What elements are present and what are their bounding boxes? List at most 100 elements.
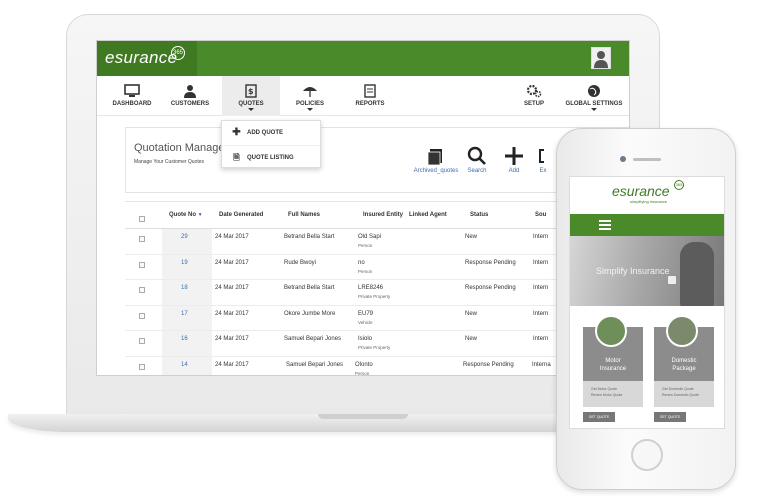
- page-header-panel: Quotation Manager Manage Your Customer Q…: [125, 127, 629, 193]
- archived-quotes-button[interactable]: Archived_quotes: [412, 146, 460, 174]
- table-row[interactable]: 17 24 Mar 2017 Okore Jumbe More EU79 Vehi…: [125, 306, 629, 332]
- menu-item-quote-listing[interactable]: 🗎 QUOTE LISTING: [222, 145, 320, 169]
- col-header-linked-agent[interactable]: Linked Agent: [409, 212, 447, 218]
- main-nav: DASHBOARD CUSTOMERS $ QUOTES POLICIES RE…: [97, 76, 629, 116]
- card-list-item[interactable]: Renew Domestic Quote: [662, 393, 699, 397]
- table-row[interactable]: 29 24 Mar 2017 Betrand Bella Start Old S…: [125, 229, 629, 255]
- monitor-icon: [124, 84, 140, 97]
- home-button[interactable]: [631, 439, 663, 471]
- card-list-item[interactable]: Get Motor Quote: [591, 387, 617, 391]
- speaker-grille: [633, 158, 661, 161]
- mobile-nav-bar: [570, 214, 724, 236]
- quote-no-link[interactable]: 19: [181, 260, 188, 266]
- export-button[interactable]: Ex: [536, 146, 550, 174]
- logo-badge: 365: [171, 46, 185, 60]
- quote-no-link[interactable]: 16: [181, 336, 188, 342]
- nav-item-dashboard[interactable]: DASHBOARD: [107, 76, 157, 116]
- cell-name: Samuel Bepari Jones: [286, 362, 344, 368]
- quote-no-link[interactable]: 14: [181, 362, 188, 368]
- entity-type: Private Property: [358, 294, 391, 300]
- col-header-quote-no[interactable]: Quote No ▼: [169, 212, 203, 218]
- quote-no-link[interactable]: 17: [181, 311, 188, 317]
- page-subtitle: Manage Your Customer Quotes: [134, 159, 205, 165]
- col-header-full-names[interactable]: Full Names: [288, 212, 320, 218]
- mobile-logo-badge: 365: [674, 180, 684, 190]
- row-checkbox[interactable]: [139, 287, 145, 294]
- nav-item-quotes[interactable]: $ QUOTES: [222, 76, 280, 116]
- cell-entity: EU79 Vehicle: [358, 311, 373, 325]
- cell-source: Interna: [532, 362, 551, 368]
- quote-no-link[interactable]: 29: [181, 234, 188, 240]
- nav-item-global-settings[interactable]: GLOBAL SETTINGS: [563, 76, 625, 116]
- entity-name: EU79: [358, 310, 374, 317]
- row-checkbox[interactable]: [139, 236, 145, 242]
- cell-source: Intern: [533, 310, 549, 317]
- house-image: [666, 315, 698, 347]
- cell-name: Betrand Bella Start: [284, 234, 335, 240]
- cell-entity: Olonto Person: [355, 362, 373, 376]
- logo[interactable]: esurance 365: [97, 41, 197, 76]
- get-quote-button-domestic[interactable]: GET QUOTE: [654, 412, 686, 422]
- card-title-line: Motor: [605, 358, 621, 364]
- table-row[interactable]: 19 24 Mar 2017 Rude Bwoyi no Person Respo…: [125, 255, 629, 281]
- cell-status: Response Pending: [463, 362, 514, 368]
- plus-icon: ✚: [232, 127, 241, 138]
- nav-item-customers[interactable]: CUSTOMERS: [165, 76, 215, 116]
- row-checkbox[interactable]: [139, 261, 145, 268]
- col-header-insured-entity[interactable]: Insured Entity: [363, 212, 403, 218]
- entity-name: no: [358, 259, 365, 266]
- card-title-line: Domestic: [671, 358, 697, 364]
- cell-name: Samuel Bepari Jones: [284, 336, 342, 343]
- entity-name: Old Sapi: [358, 234, 382, 240]
- row-checkbox[interactable]: [139, 364, 145, 370]
- quote-no-link[interactable]: 18: [181, 285, 188, 291]
- cell-date: 24 Mar 2017: [215, 362, 249, 368]
- entity-type: Person: [355, 371, 370, 376]
- table-row[interactable]: 18 24 Mar 2017 Betrand Bella Start LRE82…: [125, 280, 629, 306]
- hero-person-image: [680, 242, 714, 306]
- select-all-checkbox[interactable]: [139, 216, 145, 222]
- cell-entity: Isiolo Private Property: [358, 336, 390, 350]
- add-button[interactable]: Add: [502, 146, 526, 174]
- col-header-date[interactable]: Date Generated: [219, 212, 263, 218]
- menu-item-label: ADD QUOTE: [247, 130, 283, 136]
- menu-item-add-quote[interactable]: ✚ ADD QUOTE: [222, 121, 320, 145]
- search-button[interactable]: Search: [464, 146, 490, 174]
- hamburger-menu-icon[interactable]: [599, 220, 611, 230]
- avatar[interactable]: [591, 47, 611, 69]
- card-title: Domestic Package: [654, 357, 714, 373]
- cell-entity: LRE8246 Private Property: [358, 285, 390, 299]
- archive-icon: [427, 149, 442, 166]
- mobile-logo[interactable]: esurance: [612, 183, 670, 199]
- nav-item-setup[interactable]: SETUP: [509, 76, 559, 116]
- nav-label: REPORTS: [355, 101, 385, 107]
- nav-item-reports[interactable]: REPORTS: [345, 76, 395, 116]
- quote-doc-icon: $: [245, 84, 257, 98]
- nav-label: SETUP: [523, 101, 544, 107]
- svg-text:$: $: [248, 87, 254, 96]
- table-row[interactable]: 14 24 Mar 2017 Samuel Bepari Jones Olont…: [125, 357, 629, 376]
- tool-label: Search: [467, 168, 487, 174]
- card-list-item[interactable]: Get Domestic Quote: [662, 387, 694, 391]
- nav-label: QUOTES: [238, 101, 264, 107]
- chevron-down-icon: [307, 108, 313, 111]
- card-title: Motor Insurance: [583, 357, 643, 373]
- card-list-item[interactable]: Renew Motor Quote: [591, 393, 622, 397]
- cell-entity: no Person: [358, 260, 372, 274]
- card-details: Get Domestic Quote Renew Domestic Quote: [654, 381, 714, 407]
- hero-cup-image: [668, 276, 676, 284]
- col-header-status[interactable]: Status: [470, 212, 488, 218]
- card-title-line: Insurance: [599, 366, 627, 372]
- table-row[interactable]: 16 24 Mar 2017 Samuel Bepari Jones Isiol…: [125, 331, 629, 357]
- product-card-motor[interactable]: Motor Insurance Get Motor Quote Renew Mot…: [583, 315, 643, 407]
- cell-source: Intern: [533, 285, 549, 292]
- get-quote-button-motor[interactable]: GET QUOTE: [583, 412, 615, 422]
- car-image: [595, 315, 627, 347]
- quotes-table: Quote No ▼ Date Generated Full Names Ins…: [125, 201, 629, 376]
- col-header-source[interactable]: Sou: [535, 212, 546, 218]
- product-card-domestic[interactable]: Domestic Package Get Domestic Quote Renew…: [654, 315, 714, 407]
- entity-type: Person: [358, 268, 373, 274]
- nav-item-policies[interactable]: POLICIES: [285, 76, 335, 116]
- row-checkbox[interactable]: [139, 312, 145, 319]
- row-checkbox[interactable]: [139, 338, 145, 345]
